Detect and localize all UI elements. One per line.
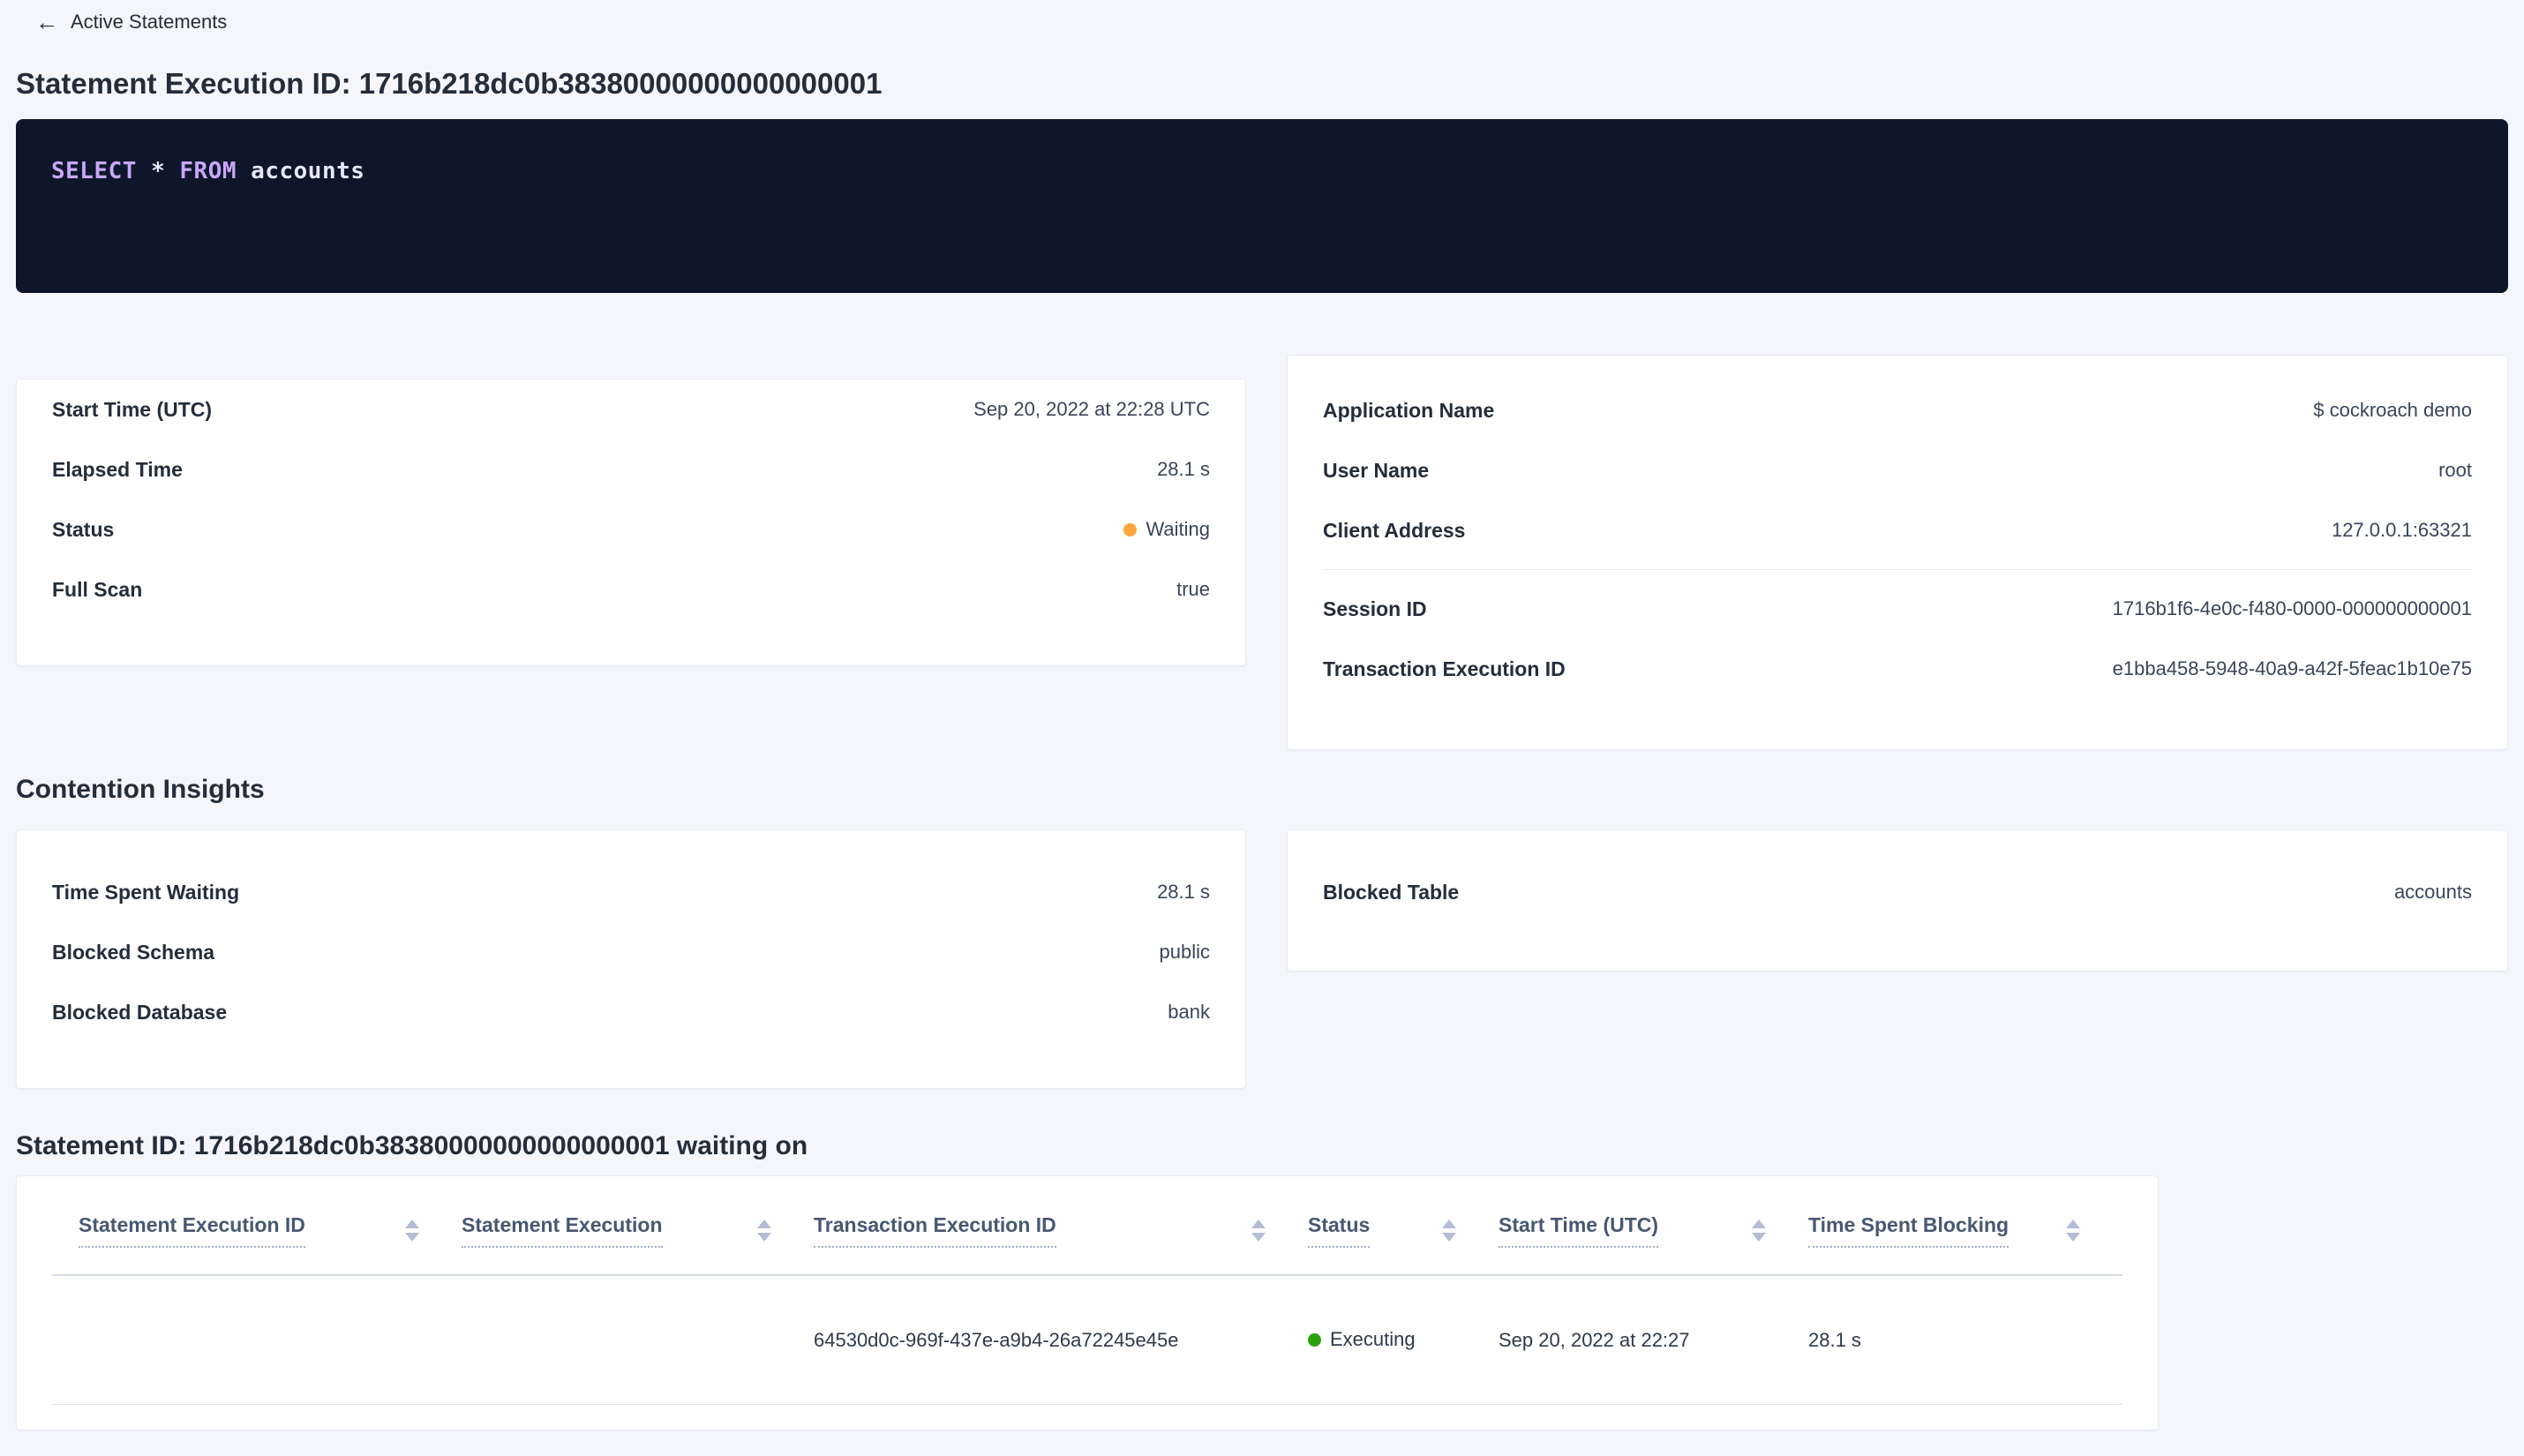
sort-asc-icon [1752, 1220, 1766, 1228]
user-name-row: User Name root [1323, 440, 2472, 500]
session-id-row: Session ID 1716b1f6-4e0c-f480-0000-00000… [1323, 579, 2472, 639]
user-name-label: User Name [1323, 458, 1430, 482]
time-spent-waiting-row: Time Spent Waiting 28.1 s [52, 862, 1210, 922]
column-header-label: Statement Execution ID [79, 1213, 305, 1248]
start-time-value: Sep 20, 2022 at 22:28 UTC [973, 398, 1210, 420]
blocked-database-value: bank [1168, 1001, 1210, 1023]
blocked-schema-row: Blocked Schema public [52, 922, 1210, 982]
column-header-start-time[interactable]: Start Time (UTC) [1499, 1213, 1808, 1248]
cell-status: Executing [1308, 1328, 1499, 1352]
waiting-on-table-header: Statement Execution ID Statement Executi… [52, 1176, 2122, 1276]
waiting-on-heading: Statement ID: 1716b218dc0b38380000000000… [16, 1131, 808, 1160]
status-row: Status Waiting [52, 499, 1210, 559]
sort-icon [1752, 1220, 1766, 1242]
page-title: Statement Execution ID: 1716b218dc0b3838… [16, 67, 883, 100]
session-overview-card: Application Name $ cockroach demo User N… [1287, 355, 2508, 750]
contention-cards-row: Time Spent Waiting 28.1 s Blocked Schema… [16, 829, 2508, 1089]
status-value-text: Waiting [1146, 518, 1210, 540]
sort-desc-icon [1752, 1233, 1766, 1242]
statement-overview-card: Start Time (UTC) Sep 20, 2022 at 22:28 U… [16, 379, 1246, 666]
column-header-transaction-execution-id[interactable]: Transaction Execution ID [814, 1213, 1308, 1248]
session-id-label: Session ID [1323, 597, 1427, 620]
sort-asc-icon [1442, 1220, 1456, 1228]
full-scan-label: Full Scan [52, 577, 143, 601]
sql-table-name: accounts [251, 158, 365, 184]
cell-transaction-execution-id: 64530d0c-969f-437e-a9b4-26a72245e45e [814, 1328, 1179, 1351]
cell-status-text: Executing [1330, 1328, 1416, 1351]
application-name-row: Application Name $ cockroach demo [1323, 380, 2472, 440]
sort-desc-icon [2066, 1233, 2080, 1242]
sort-icon [757, 1220, 771, 1242]
client-address-label: Client Address [1323, 518, 1466, 542]
column-header-label: Status [1308, 1213, 1371, 1248]
user-name-value: root [2438, 459, 2472, 481]
column-header-label: Transaction Execution ID [814, 1213, 1056, 1248]
sql-keyword-from: FROM [179, 158, 237, 184]
cell-start-time: Sep 20, 2022 at 22:27 [1499, 1328, 1690, 1351]
overview-cards-row: Start Time (UTC) Sep 20, 2022 at 22:28 U… [16, 355, 2508, 750]
sql-star: * [151, 158, 166, 184]
client-address-value: 127.0.0.1:63321 [2331, 519, 2472, 541]
sort-icon [1442, 1220, 1456, 1242]
sort-asc-icon [405, 1220, 419, 1228]
blocked-schema-value: public [1159, 941, 1210, 963]
start-time-row: Start Time (UTC) Sep 20, 2022 at 22:28 U… [52, 379, 1210, 439]
cell-time-spent-blocking: 28.1 s [1808, 1328, 1861, 1351]
table-row: 64530d0c-969f-437e-a9b4-26a72245e45e Exe… [52, 1276, 2122, 1405]
blocked-table-label: Blocked Table [1323, 880, 1460, 904]
contention-insights-heading: Contention Insights [16, 775, 265, 804]
column-header-label: Time Spent Blocking [1808, 1213, 2009, 1248]
sql-statement-box: SELECT * FROM accounts [16, 119, 2508, 293]
sort-icon [1251, 1220, 1266, 1242]
status-label: Status [52, 517, 115, 541]
waiting-on-table-card: Statement Execution ID Statement Executi… [16, 1175, 2159, 1430]
sort-desc-icon [1442, 1233, 1456, 1242]
sort-desc-icon [1251, 1233, 1266, 1242]
time-spent-waiting-label: Time Spent Waiting [52, 880, 240, 904]
sort-asc-icon [757, 1220, 771, 1228]
time-spent-waiting-value: 28.1 s [1157, 881, 1210, 903]
elapsed-time-value: 28.1 s [1157, 458, 1210, 480]
column-header-label: Start Time (UTC) [1499, 1213, 1659, 1248]
transaction-execution-id-label: Transaction Execution ID [1323, 657, 1566, 680]
sort-desc-icon [757, 1233, 771, 1242]
blocked-database-row: Blocked Database bank [52, 982, 1210, 1042]
blocked-schema-label: Blocked Schema [52, 940, 215, 964]
contention-details-card: Time Spent Waiting 28.1 s Blocked Schema… [16, 829, 1246, 1089]
sort-desc-icon [405, 1233, 419, 1242]
column-header-status[interactable]: Status [1308, 1213, 1499, 1248]
arrow-left-icon: ← [35, 9, 58, 35]
status-executing-dot-icon [1308, 1332, 1321, 1347]
back-link-label: Active Statements [71, 11, 228, 33]
sort-icon [2066, 1220, 2080, 1242]
sort-asc-icon [1251, 1220, 1266, 1228]
status-value: Waiting [1123, 518, 1210, 541]
blocked-table-row: Blocked Table accounts [1323, 862, 2472, 922]
sql-keyword-select: SELECT [51, 158, 137, 184]
sort-icon [405, 1220, 419, 1242]
transaction-execution-id-link[interactable]: e1bba458-5948-40a9-a42f-5feac1b10e75 [2113, 657, 2472, 680]
column-header-statement-execution[interactable]: Statement Execution [462, 1213, 814, 1248]
application-name-value: $ cockroach demo [2313, 399, 2472, 421]
blocked-database-label: Blocked Database [52, 1000, 228, 1024]
column-header-statement-execution-id[interactable]: Statement Execution ID [52, 1213, 462, 1248]
full-scan-value: true [1176, 578, 1210, 600]
client-address-row: Client Address 127.0.0.1:63321 [1323, 500, 2472, 560]
start-time-label: Start Time (UTC) [52, 397, 213, 421]
transaction-execution-id-row: Transaction Execution ID e1bba458-5948-4… [1323, 639, 2472, 699]
application-name-label: Application Name [1323, 398, 1495, 422]
sort-asc-icon [2066, 1220, 2080, 1228]
blocked-table-value: accounts [2393, 881, 2472, 903]
full-scan-row: Full Scan true [52, 559, 1210, 619]
session-id-link[interactable]: 1716b1f6-4e0c-f480-0000-000000000001 [2113, 597, 2472, 620]
elapsed-time-row: Elapsed Time 28.1 s [52, 439, 1210, 499]
back-to-active-statements-link[interactable]: ← Active Statements [35, 11, 227, 34]
column-header-label: Statement Execution [462, 1213, 663, 1248]
card-divider [1323, 569, 2472, 570]
column-header-time-spent-blocking[interactable]: Time Spent Blocking [1808, 1213, 2122, 1248]
active-statement-details-page: ← Active Statements Statement Execution … [0, 0, 2524, 1430]
elapsed-time-label: Elapsed Time [52, 457, 183, 481]
blocked-table-card: Blocked Table accounts [1287, 829, 2508, 972]
status-waiting-dot-icon [1123, 522, 1138, 537]
